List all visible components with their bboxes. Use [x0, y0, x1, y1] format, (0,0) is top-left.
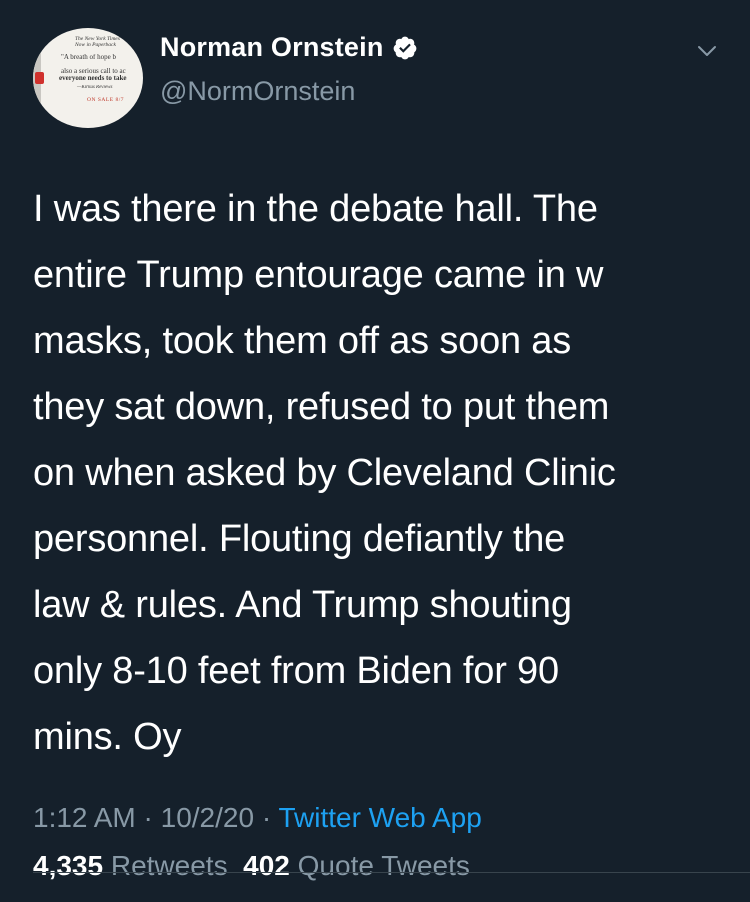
quote-tweets-label: Quote Tweets — [297, 850, 470, 881]
tweet-time[interactable]: 1:12 AM — [33, 802, 136, 833]
avatar-red-mark — [35, 72, 44, 84]
verified-badge-icon — [392, 35, 418, 61]
tweet-meta: 1:12 AM · 10/2/20 · Twitter Web App — [33, 802, 482, 834]
author-name-row[interactable]: Norman Ornstein — [160, 32, 418, 63]
meta-separator: · — [135, 802, 161, 833]
avatar-book-cover-text: The New York Times Now in Paperback "A b… — [47, 36, 137, 103]
tweet-text: I was there in the debate hall. The enti… — [33, 188, 616, 758]
author-display-name[interactable]: Norman Ornstein — [160, 32, 384, 63]
avatar-text-line: ON SALE 8/7 — [87, 96, 124, 103]
tweet-date[interactable]: 10/2/20 — [161, 802, 254, 833]
tweet-stats: 4,335 Retweets 402 Quote Tweets — [33, 850, 470, 882]
tweet-source-link[interactable]: Twitter Web App — [278, 802, 481, 833]
avatar-text-line: Now in Paperback — [75, 42, 116, 49]
avatar-text-line: —Kirkus Reviews — [77, 85, 113, 91]
retweets-label: Retweets — [110, 850, 228, 881]
meta-separator: · — [254, 802, 279, 833]
retweets-stat[interactable]: 4,335 Retweets — [33, 850, 228, 881]
quote-tweets-stat[interactable]: 402 Quote Tweets — [243, 850, 470, 881]
avatar-text-line: everyone needs to take — [59, 75, 127, 83]
avatar[interactable]: The New York Times Now in Paperback "A b… — [33, 28, 143, 128]
avatar-text-line: also a serious call to ac — [61, 67, 126, 75]
chevron-down-icon[interactable] — [696, 40, 718, 62]
divider — [33, 872, 750, 873]
quote-tweets-count: 402 — [243, 850, 290, 881]
tweet-detail: The New York Times Now in Paperback "A b… — [0, 0, 750, 902]
retweets-count: 4,335 — [33, 850, 104, 881]
author-handle[interactable]: @NormOrnstein — [160, 76, 355, 107]
avatar-text-line: "A breath of hope b — [61, 54, 116, 62]
